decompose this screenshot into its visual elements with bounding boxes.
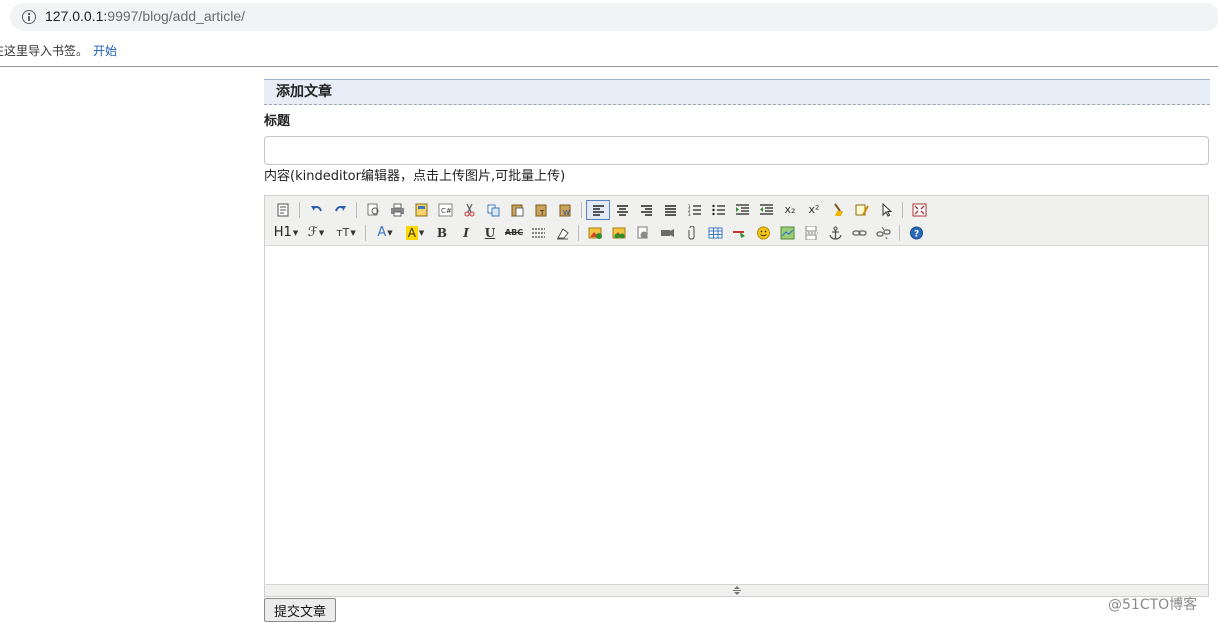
paste-icon[interactable] [505, 200, 529, 220]
remove-format-icon[interactable] [550, 223, 574, 243]
toolbar-separator [581, 201, 582, 218]
title-input[interactable] [264, 136, 1209, 165]
page-break-icon[interactable] [799, 223, 823, 243]
url-text[interactable]: 127.0.0.1:9997/blog/add_article/ [45, 8, 245, 24]
bookmarks-bar: 在这里导入书签。 开始 [0, 36, 1218, 67]
quick-format-icon[interactable] [850, 200, 874, 220]
fore-color-label: A [377, 225, 387, 240]
chevron-down-icon: ▼ [350, 228, 356, 237]
align-left-icon[interactable] [586, 199, 610, 220]
chevron-down-icon: ▼ [387, 228, 393, 237]
fullscreen-icon[interactable] [907, 200, 931, 220]
strikethrough-icon[interactable]: ABC [502, 223, 526, 243]
add-article-panel: 添加文章 标题 内容(kindeditor编辑器，点击上传图片,可批量上传) [264, 79, 1210, 188]
editor-statusbar [265, 584, 1208, 596]
resize-handle-icon[interactable] [730, 586, 744, 595]
svg-text:?: ? [914, 229, 919, 239]
subscript-icon[interactable]: x₂ [778, 200, 802, 220]
emoticons-icon[interactable] [751, 223, 775, 243]
browser-toolbar: 127.0.0.1:9997/blog/add_article/ [0, 0, 1218, 36]
heading-icon[interactable]: H1 ▼ [271, 223, 301, 243]
toolbar-separator [356, 201, 357, 218]
cut-icon[interactable] [457, 200, 481, 220]
editor-content-area[interactable] [265, 246, 1208, 584]
media-icon[interactable] [655, 223, 679, 243]
unlink-icon[interactable] [871, 223, 895, 243]
link-icon[interactable] [847, 223, 871, 243]
editor-toolbar: C# T W 123 x₂ x² H1 ▼ ℱ ▼ тT ▼ A ▼ A ▼ B… [265, 196, 1208, 246]
title-label: 标题 [264, 114, 291, 129]
source-icon[interactable] [271, 200, 295, 220]
bold-icon[interactable]: B [430, 223, 454, 243]
select-all-icon[interactable] [874, 200, 898, 220]
ordered-list-icon[interactable]: 123 [682, 200, 706, 220]
italic-icon[interactable]: I [454, 223, 478, 243]
redo-icon[interactable] [328, 200, 352, 220]
indent-icon[interactable] [730, 200, 754, 220]
url-path: 9997/blog/add_article/ [107, 8, 246, 24]
info-icon[interactable] [22, 10, 36, 24]
watermark: @51CTO博客 [1108, 597, 1198, 613]
submit-article-button[interactable]: 提交文章 [264, 598, 336, 622]
template-icon[interactable] [409, 200, 433, 220]
font-size-icon[interactable]: тT ▼ [331, 223, 361, 243]
copy-icon[interactable] [481, 200, 505, 220]
align-justify-icon[interactable] [658, 200, 682, 220]
code-icon[interactable]: C# [433, 200, 457, 220]
bookmarks-start-link[interactable]: 开始 [93, 42, 117, 59]
panel-heading: 添加文章 [264, 79, 1210, 105]
flash-icon[interactable] [631, 223, 655, 243]
underline-icon[interactable]: U [478, 223, 502, 243]
anchor-icon[interactable] [823, 223, 847, 243]
preview-icon[interactable] [361, 200, 385, 220]
superscript-icon[interactable]: x² [802, 200, 826, 220]
align-right-icon[interactable] [634, 200, 658, 220]
toolbar-row-1: C# T W 123 x₂ x² [271, 198, 1208, 221]
toolbar-separator [902, 201, 903, 218]
content-label: 内容(kindeditor编辑器，点击上传图片,可批量上传) [264, 169, 566, 184]
table-icon[interactable] [703, 223, 727, 243]
toolbar-separator [365, 224, 366, 241]
toolbar-row-2: H1 ▼ ℱ ▼ тT ▼ A ▼ A ▼ B I U ABC ? [271, 221, 1208, 244]
svg-text:3: 3 [688, 212, 691, 217]
kindeditor: C# T W 123 x₂ x² H1 ▼ ℱ ▼ тT ▼ A ▼ A ▼ B… [264, 195, 1209, 597]
clear-html-icon[interactable] [826, 200, 850, 220]
svg-text:C#: C# [441, 207, 452, 215]
chevron-down-icon: ▼ [318, 228, 325, 237]
hilite-color-icon[interactable]: A ▼ [400, 223, 430, 243]
hilite-color-label: A [405, 225, 418, 240]
heading-label: H1 [273, 225, 292, 240]
paste-plain-icon[interactable]: T [529, 200, 553, 220]
print-icon[interactable] [385, 200, 409, 220]
toolbar-separator [299, 201, 300, 218]
font-name-icon[interactable]: ℱ ▼ [301, 223, 331, 243]
horizontal-rule-icon[interactable] [727, 223, 751, 243]
multi-image-icon[interactable] [607, 223, 631, 243]
image-icon[interactable] [583, 223, 607, 243]
url-host: 127.0.0.1: [45, 8, 108, 24]
baidu-map-icon[interactable] [775, 223, 799, 243]
unordered-list-icon[interactable] [706, 200, 730, 220]
undo-icon[interactable] [304, 200, 328, 220]
svg-text:W: W [563, 209, 570, 217]
chevron-down-icon: ▼ [418, 228, 425, 237]
outdent-icon[interactable] [754, 200, 778, 220]
toolbar-separator [899, 224, 900, 241]
about-icon[interactable]: ? [904, 223, 928, 243]
insert-file-icon[interactable] [679, 223, 703, 243]
font-size-label: тT [336, 226, 350, 239]
svg-text:T: T [539, 209, 545, 217]
paste-word-icon[interactable]: W [553, 200, 577, 220]
toolbar-separator [578, 224, 579, 241]
chevron-down-icon: ▼ [292, 228, 299, 237]
address-bar[interactable]: 127.0.0.1:9997/blog/add_article/ [10, 3, 1218, 31]
font-name-label: ℱ [307, 225, 318, 240]
line-height-icon[interactable] [526, 223, 550, 243]
align-center-icon[interactable] [610, 200, 634, 220]
bookmarks-import-text: 在这里导入书签。 [0, 44, 89, 58]
fore-color-icon[interactable]: A ▼ [370, 223, 400, 243]
